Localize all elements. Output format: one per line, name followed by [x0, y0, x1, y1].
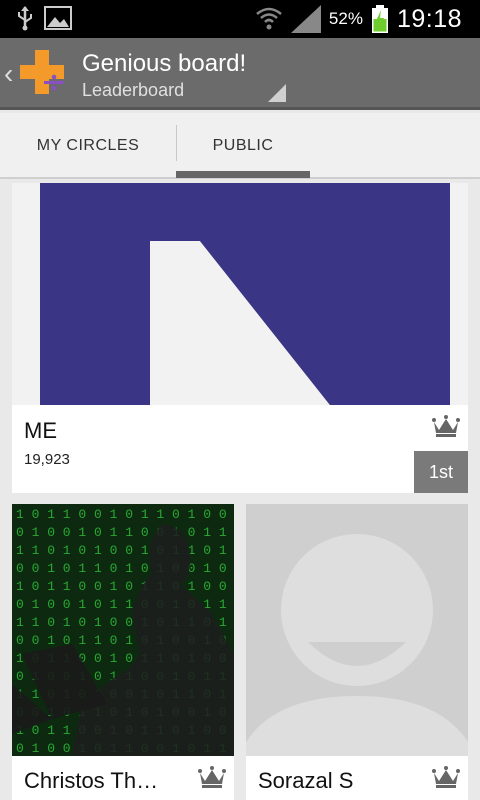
- status-left-icons: [16, 5, 72, 31]
- leaderboard-card-player[interactable]: Sorazal S: [246, 504, 468, 800]
- svg-text:1 1 0 1 0 1 0 0 1 0 1 1 0 1 0: 1 1 0 1 0 1 0 0 1 0 1 1 0 1 0: [16, 543, 234, 558]
- svg-text:0 1 0 0 1 0 1 1 0 0 1 0 1 1 0: 0 1 0 0 1 0 1 1 0 0 1 0 1 1 0: [16, 525, 234, 540]
- svg-text:0 0 1 0 1 1 0 1 0 1 0 0 1 0 1: 0 0 1 0 1 1 0 1 0 1 0 0 1 0 1: [16, 561, 234, 576]
- back-chevron-icon[interactable]: ‹: [4, 58, 13, 90]
- player-score: 19,923: [24, 451, 70, 468]
- usb-icon: [18, 6, 32, 31]
- tab-selected-indicator: [176, 171, 310, 178]
- tab-my-circles[interactable]: MY CIRCLES: [0, 113, 176, 179]
- leaderboard-card-player[interactable]: 1 0 1 1 0 0 1 0 1 1 0 1 0 0 1 0 1 0 0 1 …: [12, 504, 234, 800]
- player-name: Christos Th…: [24, 768, 159, 793]
- battery-charging-icon: [371, 5, 388, 33]
- wifi-icon: [256, 7, 282, 30]
- tab-bar: MY CIRCLES PUBLIC: [0, 113, 480, 179]
- status-bar: 52% 19:18: [0, 0, 480, 38]
- svg-text:1 0 1 1 0 0 1 0 1 1 0 1 0 0 1: 1 0 1 1 0 0 1 0 1 1 0 1 0 0 1: [16, 507, 234, 522]
- crown-icon: [432, 415, 460, 437]
- player-avatar-image: [12, 183, 468, 405]
- app-logo-icon[interactable]: [18, 48, 68, 98]
- rank-badge: 1st: [414, 451, 468, 493]
- player-name: ME: [24, 418, 57, 443]
- signal-icon: [290, 5, 321, 33]
- player-avatar-image: 1 0 1 1 0 0 1 0 1 1 0 1 0 0 1 0 1 0 0 1 …: [12, 504, 234, 756]
- default-avatar-icon: [246, 504, 468, 756]
- clock: 19:18: [396, 4, 462, 33]
- svg-text:1 0 1 1 0 0 1 0 1 1 0 1 0 0 1: 1 0 1 1 0 0 1 0 1 1 0 1 0 0 1: [16, 579, 234, 594]
- leaderboard-card-me[interactable]: ME 19,923 1st: [12, 183, 468, 493]
- tab-public[interactable]: PUBLIC: [177, 113, 309, 179]
- crown-icon: [198, 766, 226, 788]
- action-bar: ‹ Genious board! Leaderboard: [0, 38, 480, 110]
- spinner-indicator-icon[interactable]: [268, 84, 286, 102]
- crown-icon: [432, 766, 460, 788]
- battery-percent: 52%: [328, 9, 363, 28]
- status-right: 52% 19:18: [255, 0, 462, 38]
- app-title: Genious board!: [82, 50, 247, 77]
- player-name: Sorazal S: [258, 768, 354, 793]
- image-icon: [44, 6, 72, 30]
- screen-subtitle[interactable]: Leaderboard: [82, 80, 184, 101]
